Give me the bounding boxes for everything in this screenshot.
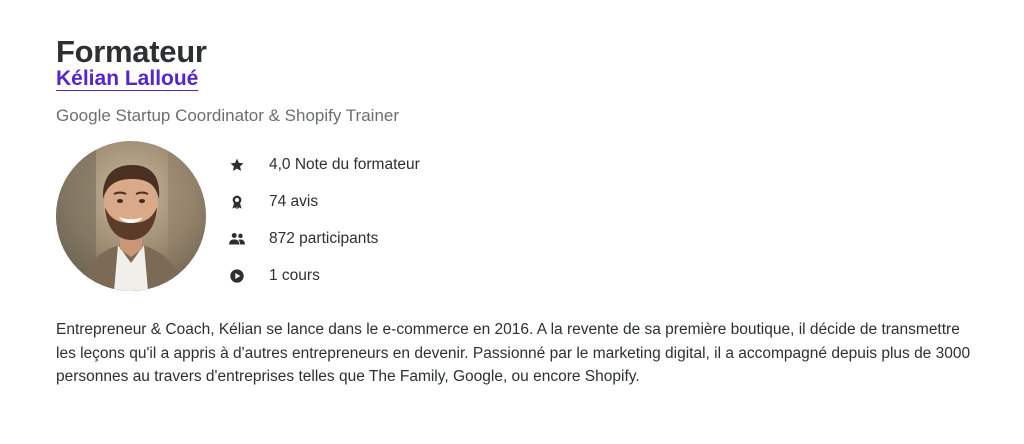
instructor-name-link[interactable]: Kélian Lalloué	[56, 64, 198, 94]
stat-courses-text: 1 cours	[269, 266, 320, 284]
award-icon	[228, 193, 246, 211]
stat-courses: 1 cours	[228, 257, 420, 294]
stat-reviews-text: 74 avis	[269, 192, 319, 210]
instructor-headline: Google Startup Coordinator & Shopify Tra…	[56, 106, 400, 125]
play-circle-icon	[228, 267, 246, 285]
people-icon	[228, 230, 246, 248]
stat-participants-text: 872 participants	[269, 229, 379, 247]
stat-rating: 4,0 Note du formateur	[228, 146, 420, 183]
stat-rating-text: 4,0 Note du formateur	[269, 155, 420, 173]
instructor-avatar[interactable]	[56, 141, 206, 291]
stat-reviews: 74 avis	[228, 183, 420, 220]
star-icon	[228, 156, 246, 174]
avatar-photo	[56, 141, 206, 291]
instructor-stats: 4,0 Note du formateur 74 avis 872 partic…	[228, 146, 420, 294]
instructor-bio: Entrepreneur & Coach, Kélian se lance da…	[56, 321, 971, 385]
stat-participants: 872 participants	[228, 220, 420, 257]
